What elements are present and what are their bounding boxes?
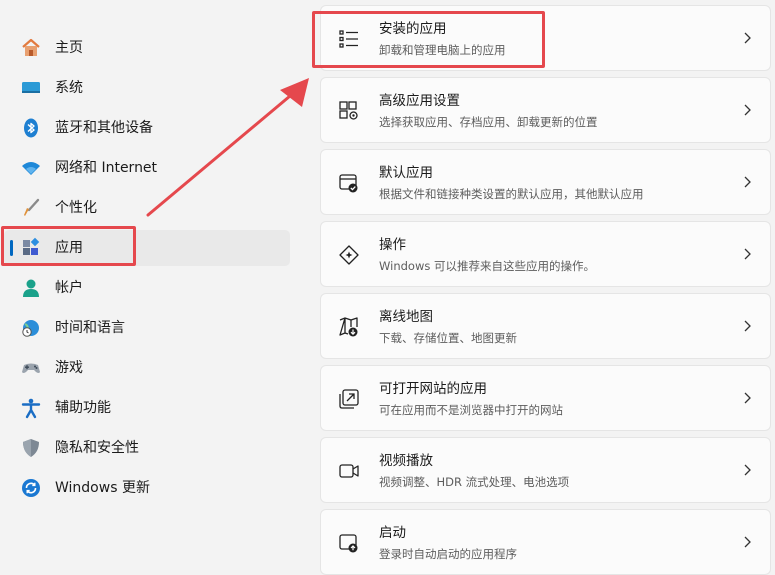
sidebar-item-network[interactable]: 网络和 Internet	[4, 150, 290, 186]
sidebar-item-label: 蓝牙和其他设备	[55, 120, 153, 136]
sidebar-item-label: 网络和 Internet	[55, 160, 158, 176]
card-apps-for-websites[interactable]: 可打开网站的应用 可在应用而不是浏览器中打开的网站	[320, 365, 771, 431]
sidebar-item-gaming[interactable]: 游戏	[4, 350, 290, 386]
chevron-right-icon	[744, 464, 751, 476]
windows-update-icon	[22, 479, 40, 497]
actions-icon	[339, 245, 359, 265]
card-advanced-app-settings[interactable]: 高级应用设置 选择获取应用、存档应用、卸载更新的位置	[320, 77, 771, 143]
chevron-right-icon	[744, 248, 751, 260]
default-apps-icon	[339, 174, 358, 193]
sidebar-item-label: 帐户	[55, 280, 83, 296]
offline-map-icon	[339, 317, 358, 337]
chevron-right-icon	[744, 536, 751, 548]
card-description: 视频调整、HDR 流式处理、电池选项	[379, 475, 570, 489]
card-title: 安装的应用	[379, 21, 447, 37]
sidebar-item-bluetooth[interactable]: 蓝牙和其他设备	[4, 110, 290, 146]
sidebar-item-label: 主页	[55, 40, 83, 56]
settings-sidebar: 主页 系统 蓝牙和其他设备 网络和 Internet 个性化 应用 帐户 时间和…	[0, 0, 300, 569]
sidebar-item-personalization[interactable]: 个性化	[4, 190, 290, 226]
sidebar-item-home[interactable]: 主页	[4, 30, 290, 66]
apps-icon	[23, 237, 40, 255]
sidebar-item-label: 个性化	[55, 200, 97, 216]
card-title: 高级应用设置	[379, 93, 460, 109]
card-description: Windows 可以推荐来自这些应用的操作。	[379, 259, 595, 273]
sidebar-item-accounts[interactable]: 帐户	[4, 270, 290, 306]
wifi-icon	[22, 162, 40, 175]
list-icon	[339, 30, 358, 48]
bluetooth-icon	[24, 118, 38, 138]
card-actions[interactable]: 操作 Windows 可以推荐来自这些应用的操作。	[320, 221, 771, 287]
card-description: 下载、存储位置、地图更新	[379, 331, 517, 345]
sidebar-item-time-language[interactable]: 时间和语言	[4, 310, 290, 346]
gamepad-icon	[22, 363, 40, 373]
card-offline-maps[interactable]: 离线地图 下载、存储位置、地图更新	[320, 293, 771, 359]
sidebar-item-system[interactable]: 系统	[4, 70, 290, 106]
card-description: 登录时自动启动的应用程序	[379, 547, 517, 561]
accessibility-icon	[21, 398, 41, 419]
sidebar-item-label: Windows 更新	[55, 480, 150, 496]
sidebar-item-label: 游戏	[55, 360, 83, 376]
startup-icon	[339, 534, 358, 553]
account-icon	[23, 279, 39, 297]
brush-icon	[24, 198, 40, 216]
card-description: 卸载和管理电脑上的应用	[379, 43, 506, 57]
card-title: 离线地图	[379, 309, 433, 325]
card-video-playback[interactable]: 视频播放 视频调整、HDR 流式处理、电池选项	[320, 437, 771, 503]
advanced-app-settings-icon	[339, 101, 358, 120]
sidebar-item-label: 时间和语言	[55, 320, 125, 336]
selection-indicator	[10, 240, 13, 256]
chevron-right-icon	[744, 32, 751, 44]
sidebar-item-windows-update[interactable]: Windows 更新	[4, 470, 290, 506]
chevron-right-icon	[744, 320, 751, 332]
chevron-right-icon	[744, 392, 751, 404]
card-description: 可在应用而不是浏览器中打开的网站	[379, 403, 563, 417]
sidebar-item-privacy[interactable]: 隐私和安全性	[4, 430, 290, 466]
sidebar-item-apps[interactable]: 应用	[4, 230, 290, 266]
card-title: 默认应用	[379, 165, 433, 181]
video-camera-icon	[339, 464, 359, 478]
time-language-icon	[22, 320, 39, 337]
card-default-apps[interactable]: 默认应用 根据文件和链接种类设置的默认应用，其他默认应用	[320, 149, 771, 215]
card-description: 根据文件和链接种类设置的默认应用，其他默认应用	[379, 187, 644, 201]
chevron-right-icon	[744, 176, 751, 188]
sidebar-item-label: 辅助功能	[55, 400, 111, 416]
card-title: 操作	[379, 237, 406, 253]
card-description: 选择获取应用、存档应用、卸载更新的位置	[379, 115, 598, 129]
card-title: 可打开网站的应用	[379, 381, 487, 397]
open-website-icon	[339, 389, 359, 409]
system-display-icon	[22, 82, 40, 93]
sidebar-item-label: 系统	[55, 80, 83, 96]
sidebar-item-label: 隐私和安全性	[55, 440, 139, 456]
home-icon	[22, 38, 40, 56]
card-installed-apps[interactable]: 安装的应用 卸载和管理电脑上的应用	[320, 5, 771, 71]
card-title: 视频播放	[379, 453, 433, 469]
chevron-right-icon	[744, 104, 751, 116]
sidebar-item-label: 应用	[55, 240, 83, 256]
card-title: 启动	[379, 525, 406, 541]
card-startup[interactable]: 启动 登录时自动启动的应用程序	[320, 509, 771, 575]
shield-icon	[23, 439, 39, 457]
sidebar-item-accessibility[interactable]: 辅助功能	[4, 390, 290, 426]
